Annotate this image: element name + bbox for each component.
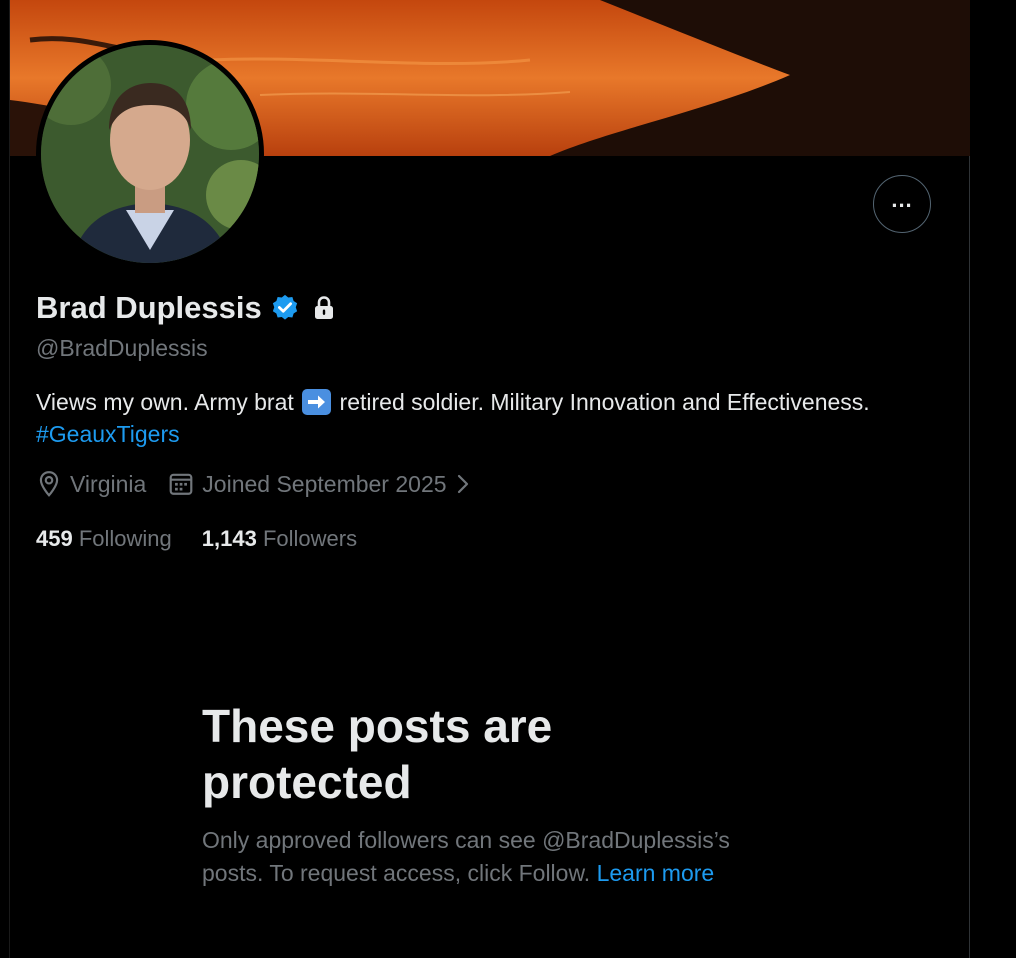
right-gutter [971, 0, 1016, 958]
bio-hashtag-link[interactable]: #GeauxTigers [36, 421, 180, 447]
location-pin-icon [39, 471, 59, 497]
verified-badge-icon[interactable] [270, 293, 300, 323]
follow-stats: 459 Following 1,143 Followers [36, 526, 387, 552]
protected-title-line1: These posts are [202, 700, 553, 752]
left-edge [0, 0, 10, 958]
lock-icon [312, 295, 336, 321]
following-link[interactable]: 459 Following [36, 526, 172, 552]
more-options-button[interactable]: ... [873, 175, 931, 233]
joined-text: Joined September 2025 [202, 470, 447, 497]
profile-bio: Views my own. Army brat retired soldier.… [36, 386, 966, 450]
following-count: 459 [36, 526, 73, 551]
learn-more-link[interactable]: Learn more [597, 860, 715, 886]
name-row: Brad Duplessis [36, 290, 336, 326]
protected-notice: These posts are protected Only approved … [202, 698, 802, 890]
calendar-icon [169, 473, 193, 495]
profile-meta: Virginia Joined September 2025 [36, 470, 493, 498]
followers-label: Followers [262, 526, 358, 551]
followers-link[interactable]: 1,143 Followers [202, 526, 357, 552]
followers-count: 1,143 [201, 526, 257, 551]
bio-text-start: Views my own. Army brat [36, 389, 294, 415]
location-item: Virginia [36, 470, 146, 498]
following-label: Following [78, 526, 172, 551]
profile-handle: @BradDuplessis [36, 335, 208, 361]
display-name: Brad Duplessis [36, 290, 262, 325]
more-horizontal-icon: ... [891, 187, 913, 212]
chevron-right-icon [457, 474, 468, 494]
location-text: Virginia [70, 470, 147, 497]
right-arrow-emoji-icon [302, 389, 332, 415]
protected-title-line2: protected [202, 756, 412, 808]
protected-title: These posts are protected [202, 698, 802, 810]
profile-column: ... Brad Duplessis @BradDuplessis Views … [10, 0, 970, 958]
protected-description: Only approved followers can see @BradDup… [202, 824, 782, 890]
profile-avatar[interactable] [36, 40, 264, 268]
bio-text-end: retired soldier. Military Innovation and… [339, 389, 870, 415]
joined-item[interactable]: Joined September 2025 [168, 471, 470, 498]
